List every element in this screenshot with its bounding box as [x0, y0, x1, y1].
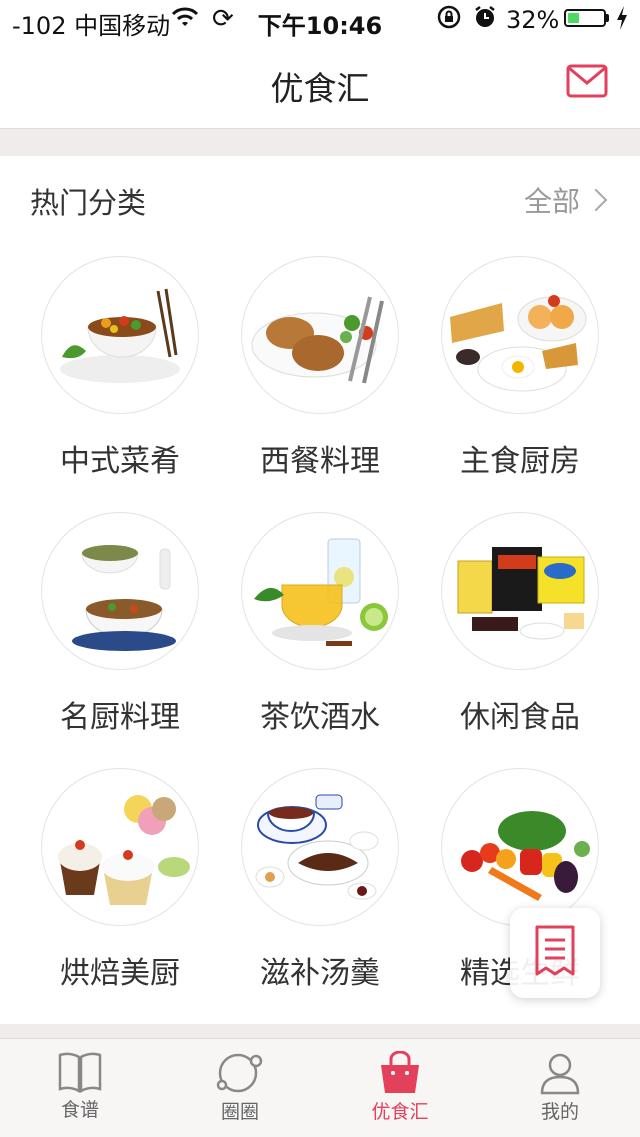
category-label: 休闲食品: [460, 700, 580, 735]
charging-bolt-icon: [615, 4, 629, 38]
category-label: 烘焙美厨: [60, 956, 180, 991]
soup-image: [241, 768, 399, 926]
chevron-right-icon: [584, 188, 608, 212]
mail-icon[interactable]: [566, 64, 608, 98]
receipt-icon: [535, 925, 575, 976]
section-title: 热门分类: [30, 186, 147, 220]
baking-image: [41, 768, 199, 926]
tab-youshihui[interactable]: 优食汇: [320, 1039, 480, 1137]
person-icon: [540, 1053, 580, 1095]
book-icon: [58, 1052, 102, 1093]
tab-label: 我的: [540, 1101, 579, 1123]
status-bar: -102 中国移动 ⟳ 下午10:46 32%: [0, 0, 640, 40]
page-title: 优食汇: [270, 69, 370, 108]
battery-icon: [564, 9, 606, 27]
tab-mine[interactable]: 我的: [480, 1039, 640, 1137]
category-baking[interactable]: 烘焙美厨: [20, 768, 220, 1024]
category-label: 名厨料理: [60, 700, 180, 735]
category-chef-dishes[interactable]: 名厨料理: [20, 512, 220, 768]
circle-icon: [216, 1053, 263, 1093]
tab-bar: 食谱 圈圈 优食汇 我的: [0, 1038, 640, 1137]
tea-drink-image: [241, 512, 399, 670]
western-meal-image: [241, 256, 399, 414]
tab-label: 食谱: [60, 1099, 99, 1121]
hot-categories-section: 热门分类 全部 中式菜肴 西餐料理 主食厨房 名厨料理 茶饮酒水 休闲食品 烘焙…: [0, 156, 640, 1024]
chinese-dish-image: [41, 256, 199, 414]
rotation-lock-icon: [436, 4, 462, 36]
floating-receipt-button[interactable]: [510, 908, 600, 998]
category-chinese-dishes[interactable]: 中式菜肴: [20, 256, 220, 512]
category-tea-drinks[interactable]: 茶饮酒水: [220, 512, 420, 768]
category-label: 茶饮酒水: [260, 700, 380, 735]
see-all-link[interactable]: 全部: [524, 180, 612, 220]
tab-label: 圈圈: [220, 1101, 259, 1123]
fresh-produce-image: [441, 768, 599, 926]
tab-label: 优食汇: [371, 1101, 429, 1123]
category-tonic-soups[interactable]: 滋补汤羹: [220, 768, 420, 1024]
category-label: 主食厨房: [460, 444, 580, 479]
battery-tip: [606, 14, 609, 22]
tab-circles[interactable]: 圈圈: [160, 1039, 320, 1137]
tab-recipes[interactable]: 食谱: [0, 1039, 160, 1137]
nav-bar: 优食汇: [0, 40, 640, 129]
category-label: 西餐料理: [260, 444, 380, 479]
category-staple-kitchen[interactable]: 主食厨房: [420, 256, 620, 512]
category-label: 滋补汤羹: [260, 956, 380, 991]
battery-percent: 32%: [506, 6, 560, 34]
chef-dish-image: [41, 512, 199, 670]
staple-food-image: [441, 256, 599, 414]
shopping-bag-icon: [381, 1051, 419, 1093]
alarm-icon: [472, 4, 498, 36]
see-all-label: 全部: [523, 185, 580, 218]
category-western-meal[interactable]: 西餐料理: [220, 256, 420, 512]
category-label: 中式菜肴: [60, 444, 180, 479]
snack-image: [441, 512, 599, 670]
category-snacks[interactable]: 休闲食品: [420, 512, 620, 768]
